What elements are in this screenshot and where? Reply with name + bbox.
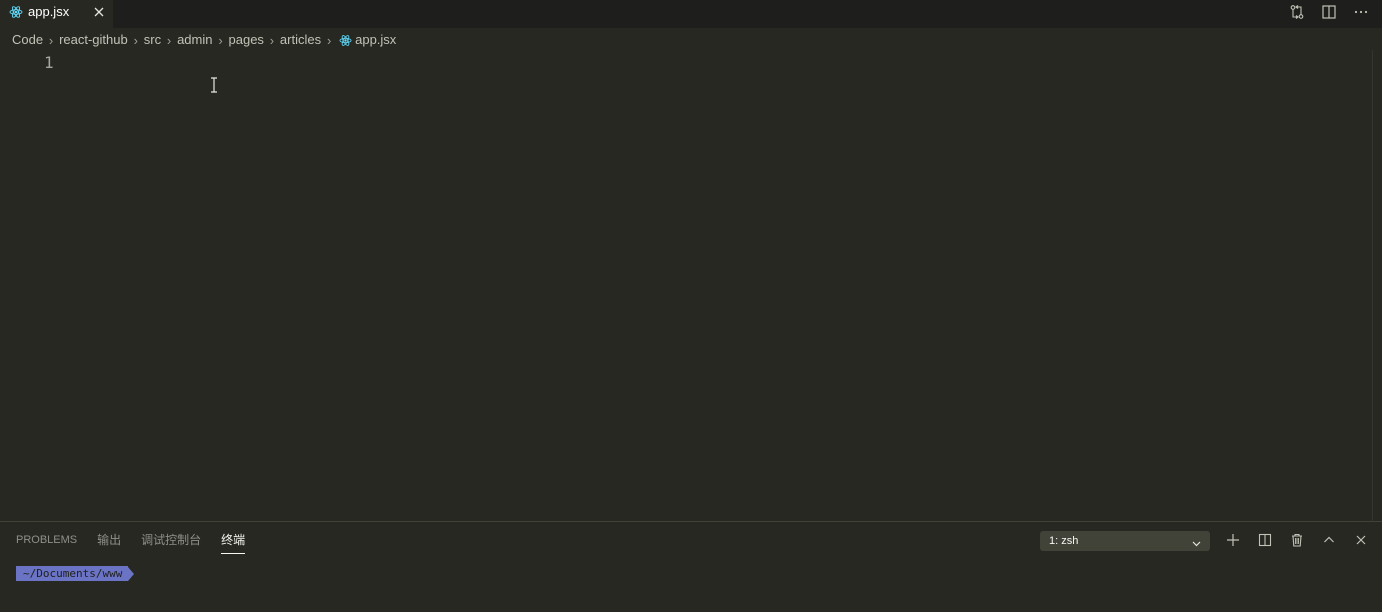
bottom-panel: PROBLEMS 输出 调试控制台 终端 1: zsh ~/Documents/…: [0, 521, 1382, 612]
react-icon: [337, 34, 353, 47]
tab-debug-console[interactable]: 调试控制台: [141, 532, 201, 554]
tab-terminal[interactable]: 终端: [221, 532, 246, 554]
chevron-right-icon: ›: [218, 32, 223, 48]
breadcrumb-item[interactable]: admin: [177, 31, 212, 49]
close-panel-icon[interactable]: [1352, 531, 1370, 549]
close-icon[interactable]: [92, 5, 106, 19]
tab-app-jsx[interactable]: app.jsx: [0, 0, 113, 28]
more-actions-icon[interactable]: [1352, 3, 1370, 21]
chevron-right-icon: ›: [326, 32, 332, 48]
panel-tabs: PROBLEMS 输出 调试控制台 终端: [16, 532, 246, 554]
breadcrumb-item[interactable]: Code: [12, 31, 43, 49]
breadcrumb: Code › react-github › src › admin › page…: [12, 30, 396, 50]
vertical-scrollbar[interactable]: [1372, 50, 1382, 521]
code-editor[interactable]: 1: [0, 50, 1382, 521]
breadcrumb-item[interactable]: pages: [229, 31, 264, 49]
breadcrumb-file[interactable]: app.jsx: [355, 31, 396, 49]
panel-actions: [1224, 531, 1370, 549]
compare-changes-icon[interactable]: [1288, 3, 1306, 21]
chevron-down-icon: [1191, 536, 1202, 556]
kill-terminal-icon[interactable]: [1288, 531, 1306, 549]
split-terminal-icon[interactable]: [1256, 531, 1274, 549]
chevron-right-icon: ›: [269, 32, 275, 48]
terminal-select-value: 1: zsh: [1049, 535, 1079, 547]
editor-actions: [1288, 3, 1370, 21]
tab-output[interactable]: 输出: [97, 532, 121, 554]
split-editor-icon[interactable]: [1320, 3, 1338, 21]
prompt-arrow: [128, 566, 135, 581]
tab-problems[interactable]: PROBLEMS: [16, 532, 77, 554]
tab-label: app.jsx: [28, 4, 70, 19]
chevron-right-icon: ›: [133, 32, 138, 48]
line-number: 1: [44, 53, 54, 72]
breadcrumb-item[interactable]: articles: [280, 31, 321, 49]
react-icon: [9, 5, 23, 24]
text-cursor-icon: [208, 77, 220, 98]
breadcrumb-item[interactable]: src: [144, 31, 161, 49]
tab-bar: app.jsx: [0, 0, 1382, 28]
new-terminal-icon[interactable]: [1224, 531, 1242, 549]
breadcrumb-item[interactable]: react-github: [59, 31, 128, 49]
prompt-path: ~/Documents/www: [16, 566, 129, 581]
chevron-right-icon: ›: [48, 32, 54, 48]
terminal-select[interactable]: 1: zsh: [1040, 531, 1210, 551]
chevron-right-icon: ›: [166, 32, 172, 48]
terminal-prompt: ~/Documents/www: [16, 566, 135, 581]
maximize-panel-icon[interactable]: [1320, 531, 1338, 549]
